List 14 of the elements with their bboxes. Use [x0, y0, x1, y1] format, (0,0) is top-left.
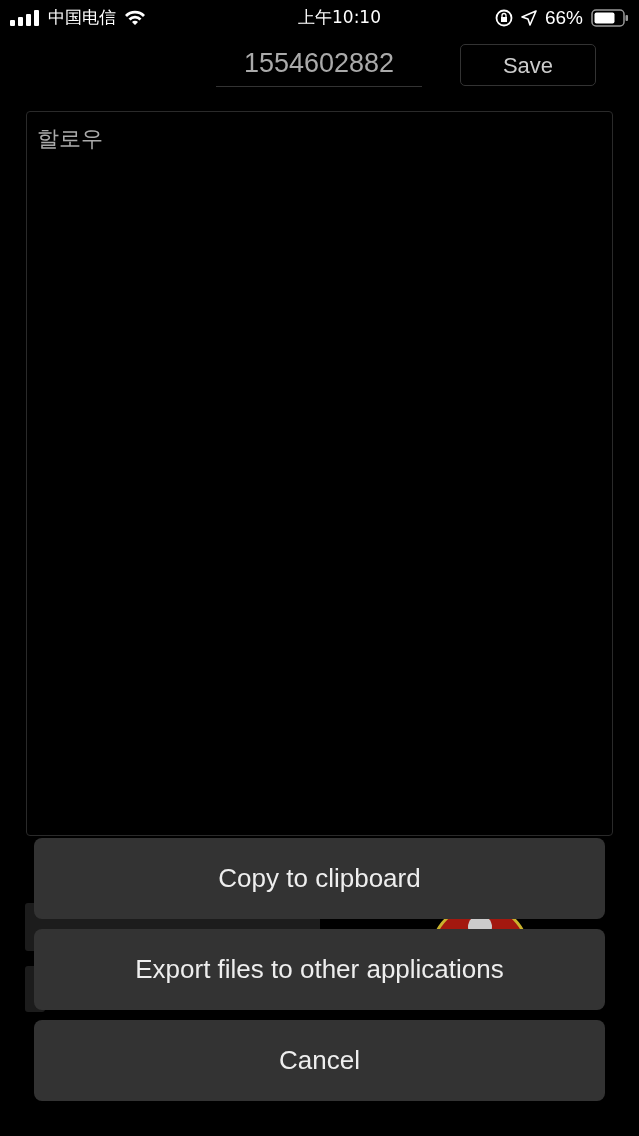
title-field[interactable]: 1554602882	[216, 41, 422, 87]
save-button[interactable]: Save	[460, 44, 596, 86]
status-time: 上午10:10	[297, 6, 382, 30]
text-editor[interactable]: 할로우	[26, 111, 613, 836]
battery-icon	[591, 9, 629, 27]
battery-percent: 66%	[544, 5, 583, 30]
action-button[interactable]: Export files to other applications	[34, 929, 605, 1010]
carrier-name: 中国电信	[48, 6, 116, 30]
signal-icon	[10, 10, 40, 26]
wifi-icon	[124, 10, 146, 26]
action-button[interactable]: Copy to clipboard	[34, 838, 605, 919]
rotation-lock-icon	[494, 9, 513, 27]
location-icon	[520, 10, 537, 26]
cancel-button[interactable]: Cancel	[34, 1020, 605, 1101]
